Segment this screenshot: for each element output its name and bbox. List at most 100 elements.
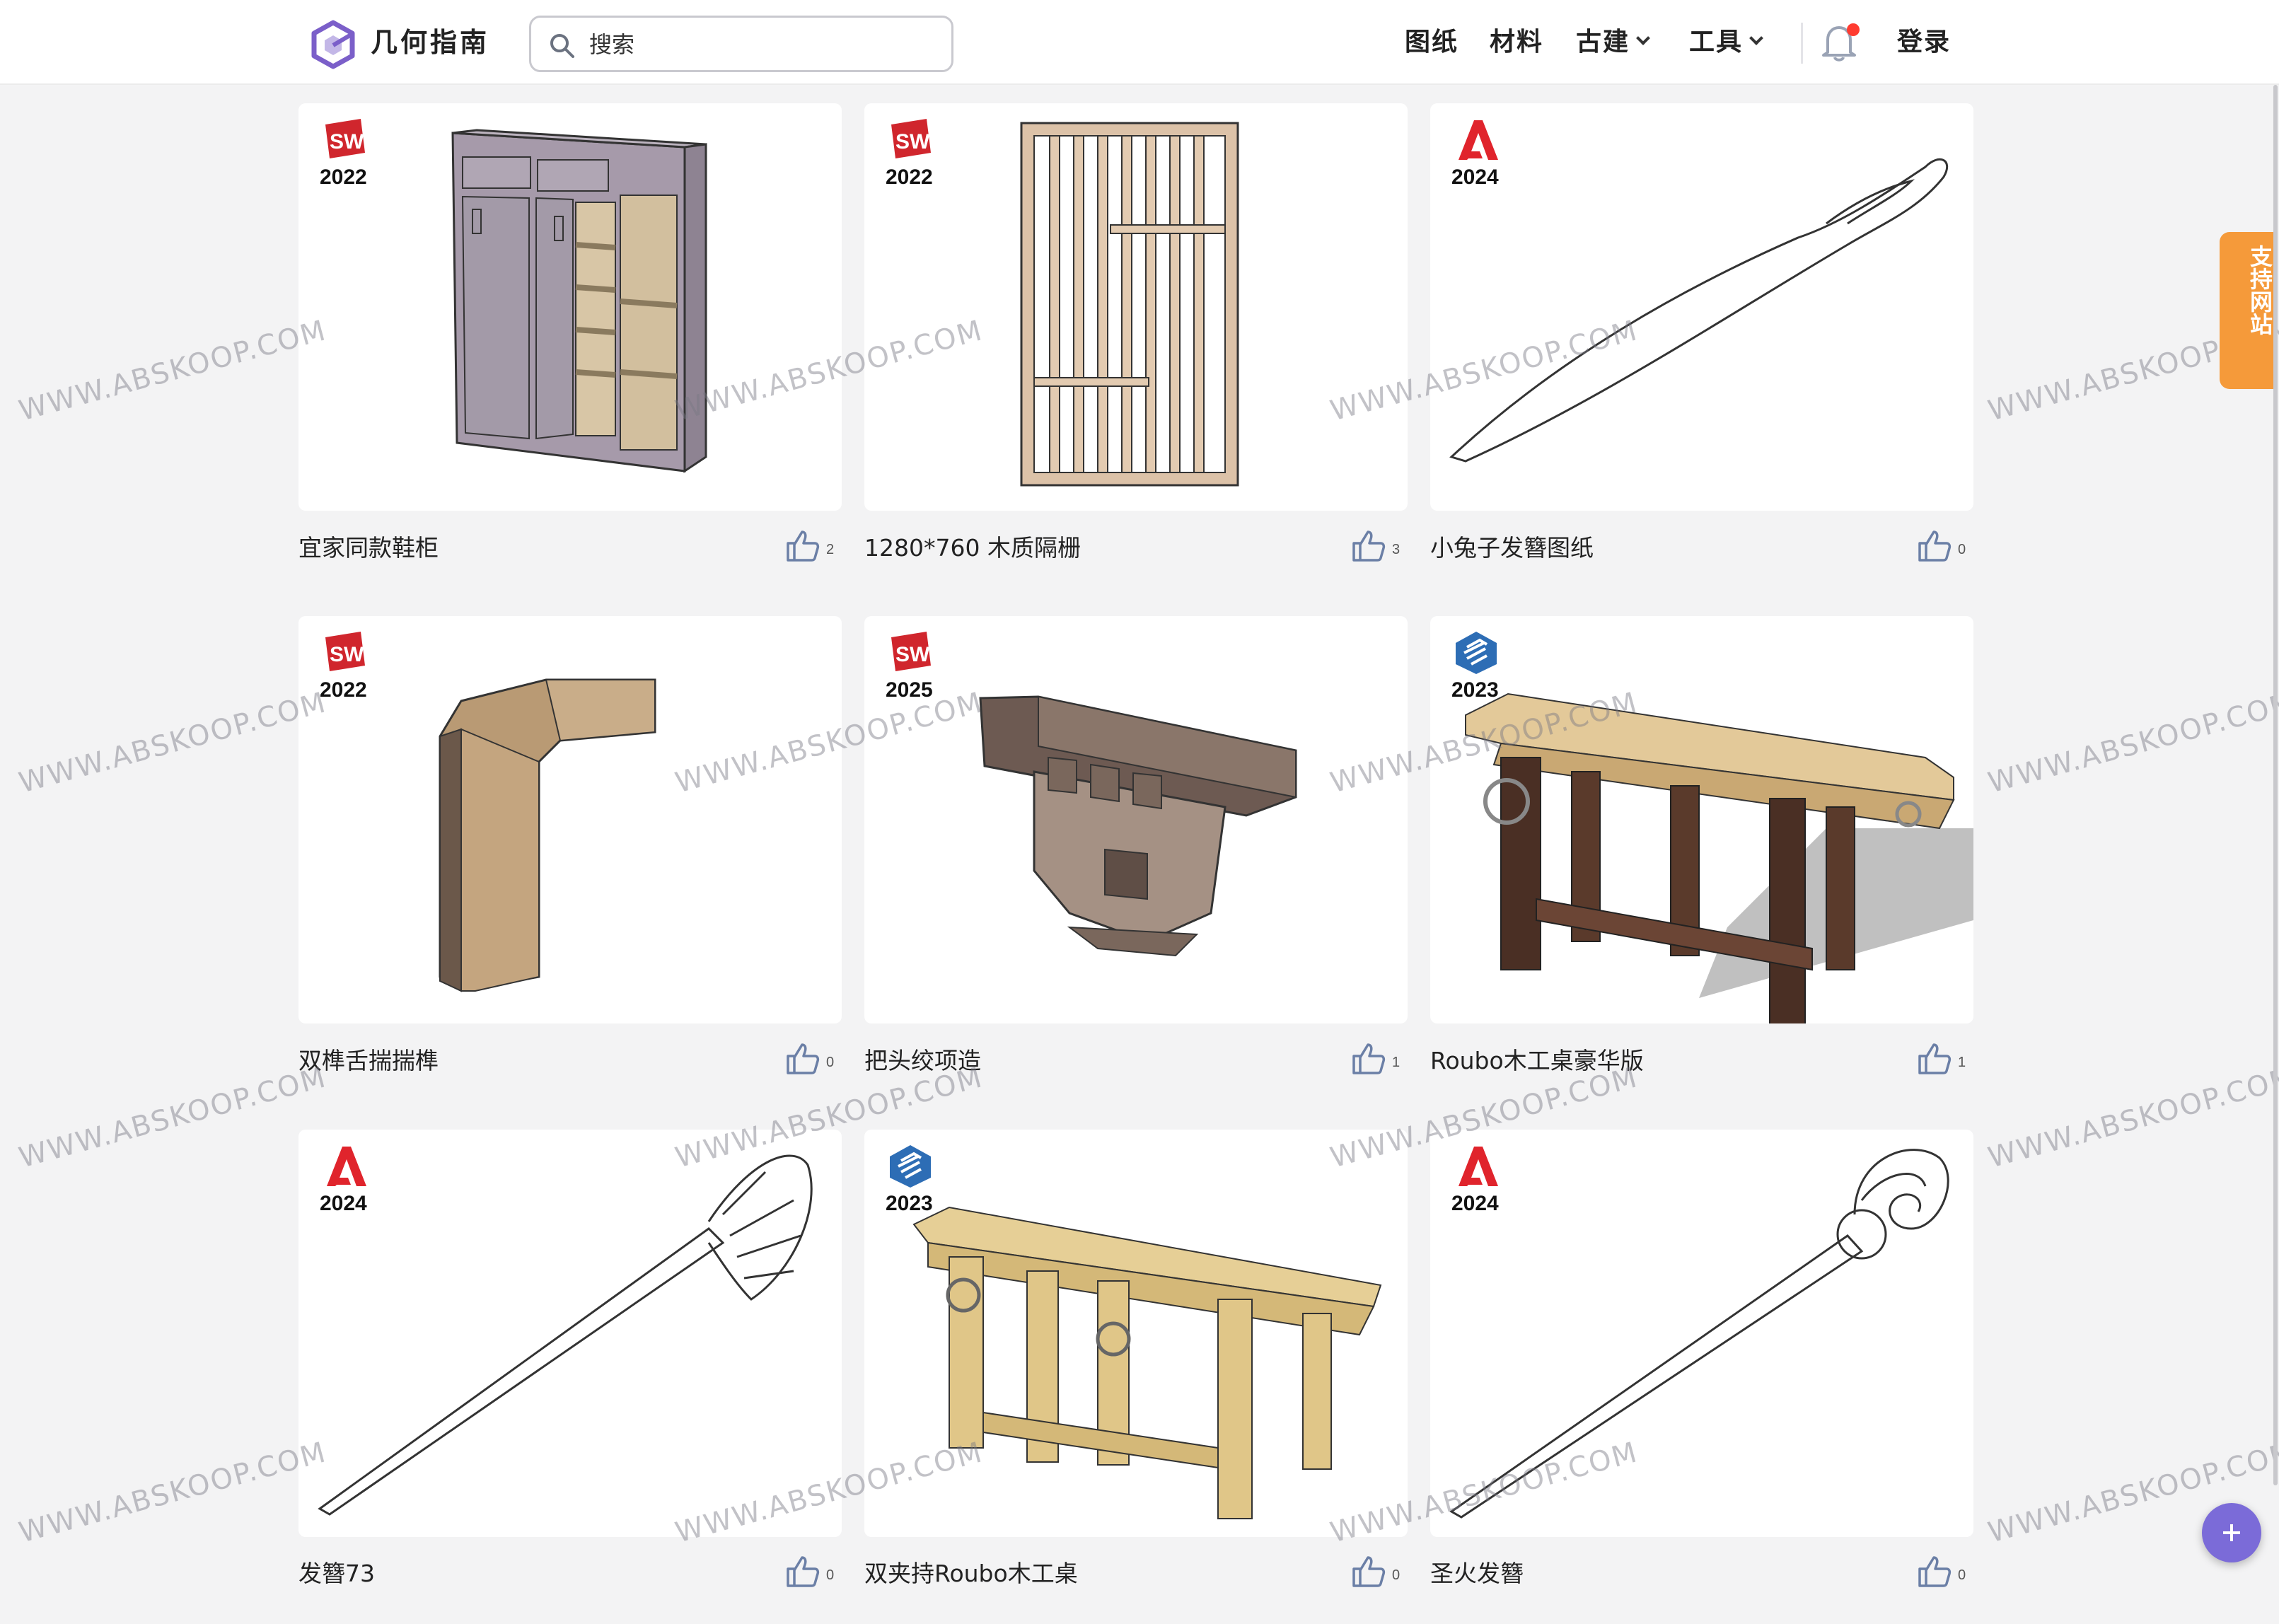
nav-ancient-architecture[interactable]: 古建 [1576,21,1650,64]
card-title[interactable]: 双夹持Roubo木工桌 [864,1556,1078,1591]
like-button[interactable]: 2 [785,526,849,566]
thumbs-up-icon [1918,1556,1952,1587]
thumbs-up-icon [787,530,820,562]
svg-text:SW: SW [330,643,364,666]
like-button[interactable]: 0 [1351,1552,1415,1591]
like-count: 0 [1392,1567,1401,1583]
nav-divider [1801,23,1803,64]
design-card[interactable]: SW 2022 [298,616,842,1023]
like-button[interactable]: 0 [1917,526,1981,566]
nav-drawings[interactable]: 图纸 [1405,21,1459,64]
like-count: 1 [1392,1055,1401,1070]
top-navbar: 几何指南 图纸 材料 古建 工具 登录 [0,0,2279,85]
card-title[interactable]: 双榫舌揣揣榫 [298,1043,439,1079]
tenon-preview-image [439,678,656,992]
nav-materials[interactable]: 材料 [1490,21,1543,64]
sketchup-icon [890,1145,931,1188]
watermark: WWW.ABSKOOP.COM [16,686,330,800]
thumbs-up-icon [1352,530,1386,562]
logo-icon[interactable] [310,20,356,69]
version-year: 2024 [320,1192,367,1215]
hairpin-preview-image [1449,1149,1949,1519]
design-card[interactable]: SW 2025 [864,616,1408,1023]
version-year: 2025 [886,678,933,702]
card-title[interactable]: 发簪73 [298,1556,375,1591]
like-button[interactable]: 0 [1917,1552,1981,1591]
like-count: 2 [826,542,835,557]
search-input[interactable] [589,28,936,62]
grille-preview-image [1020,122,1239,487]
design-card[interactable]: SW 2022 [864,103,1408,511]
svg-text:SW: SW [330,130,364,153]
workbench-preview-image [1465,692,1973,1023]
like-button[interactable]: 3 [1351,526,1415,566]
watermark: WWW.ABSKOOP.COM [16,1436,330,1550]
chevron-down-icon [1636,31,1650,45]
version-year: 2024 [1451,1192,1499,1215]
page-scrollbar[interactable] [2273,85,2278,1485]
notification-dot [1847,23,1860,36]
thumbs-up-icon [1352,1043,1386,1074]
bell-icon[interactable] [1818,20,1862,65]
design-card[interactable]: 2024 [1430,1130,1973,1537]
like-count: 0 [826,1567,835,1583]
like-count: 1 [1958,1055,1966,1070]
watermark: WWW.ABSKOOP.COM [16,1061,330,1175]
solidworks-icon: SW [891,119,931,158]
search-icon [550,34,574,58]
design-card[interactable]: 2024 [298,1130,842,1537]
like-count: 3 [1392,542,1401,557]
thumbs-up-icon [1352,1556,1386,1587]
like-count: 0 [1958,1567,1966,1583]
like-button[interactable]: 1 [1917,1039,1981,1079]
thumbs-up-icon [1918,1043,1952,1074]
solidworks-icon: SW [891,632,931,671]
autocad-icon [1459,1147,1498,1186]
card-title[interactable]: 把头绞项造 [864,1043,981,1079]
like-count: 0 [1958,542,1966,557]
thumbs-up-icon [787,1556,820,1587]
support-site-label: 支持网站 [2246,245,2273,335]
watermark: WWW.ABSKOOP.COM [1985,1061,2279,1175]
hairpin-preview-image [318,1154,813,1516]
support-site-tab[interactable]: 支持网站 [2220,232,2276,389]
hairpin-preview-image [1449,158,1949,463]
thumbs-up-icon [787,1043,820,1074]
add-floating-button[interactable] [2202,1503,2261,1562]
card-title[interactable]: 圣火发簪 [1430,1556,1524,1591]
design-card[interactable]: SW 2022 [298,103,842,511]
bracket-preview-image [979,695,1297,957]
version-year: 2022 [886,166,933,189]
design-card[interactable]: 2023 [864,1130,1408,1537]
search-box[interactable] [529,16,953,72]
watermark: WWW.ABSKOOP.COM [1985,686,2279,800]
version-year: 2022 [320,166,367,189]
design-card[interactable]: 2023 [1430,616,1973,1023]
workbench-preview-image [912,1206,1382,1519]
autocad-icon [1459,120,1498,160]
version-year: 2022 [320,678,367,702]
svg-text:SW: SW [895,130,930,153]
design-card[interactable]: 2024 [1430,103,1973,511]
nav-tools[interactable]: 工具 [1689,21,1763,64]
login-button[interactable]: 登录 [1897,21,1951,64]
card-title[interactable]: 宜家同款鞋柜 [298,530,439,566]
card-title[interactable]: 小兔子发簪图纸 [1430,530,1594,566]
solidworks-icon: SW [325,632,365,671]
like-button[interactable]: 1 [1351,1039,1415,1079]
thumbs-up-icon [1918,530,1952,562]
like-button[interactable]: 0 [785,1552,849,1591]
card-title[interactable]: Roubo木工桌豪华版 [1430,1043,1644,1079]
brand-name[interactable]: 几何指南 [371,21,489,64]
like-button[interactable]: 0 [785,1039,849,1079]
card-title[interactable]: 1280*760 木质隔栅 [864,530,1081,566]
watermark: WWW.ABSKOOP.COM [16,314,330,428]
sketchup-icon [1456,632,1497,674]
version-year: 2023 [1451,678,1499,702]
like-count: 0 [826,1055,835,1070]
version-year: 2024 [1451,166,1499,189]
svg-text:SW: SW [895,643,930,666]
autocad-icon [327,1147,366,1186]
solidworks-icon: SW [325,119,365,158]
version-year: 2023 [886,1192,933,1215]
